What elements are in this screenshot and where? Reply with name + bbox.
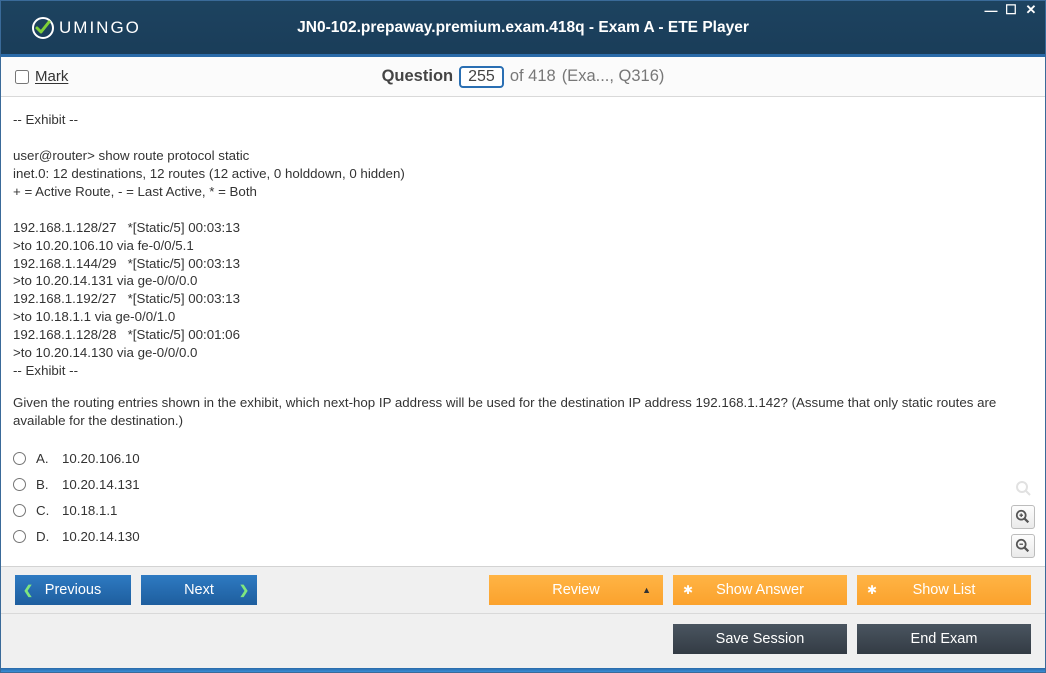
show-list-label: Show List [913, 582, 976, 598]
end-exam-button[interactable]: End Exam [857, 624, 1031, 654]
footer: ❮ Previous Next ❯ Review ▲ ✱ Show Answer… [1, 566, 1045, 672]
answer-option[interactable]: A. 10.20.106.10 [13, 446, 1033, 472]
answer-option[interactable]: C. 10.18.1.1 [13, 498, 1033, 524]
save-session-label: Save Session [716, 631, 805, 647]
list-icon: ✱ [867, 583, 877, 597]
maximize-button[interactable]: ☐ [1003, 3, 1019, 17]
answer-radio[interactable] [13, 504, 26, 517]
question-total: of 418 [510, 67, 556, 86]
window-title: JN0-102.prepaway.premium.exam.418q - Exa… [1, 19, 1045, 37]
close-button[interactable]: ✕ [1023, 3, 1039, 17]
save-session-button[interactable]: Save Session [673, 624, 847, 654]
answer-text: 10.20.14.131 [62, 476, 140, 494]
question-text: Given the routing entries shown in the e… [13, 394, 1033, 430]
answer-radio[interactable] [13, 452, 26, 465]
caret-up-icon: ▲ [642, 585, 651, 595]
zoom-in-button[interactable] [1011, 505, 1035, 529]
exam-button-row: Save Session End Exam [1, 613, 1045, 668]
minimize-button[interactable]: — [983, 3, 999, 17]
logo-checkmark-icon [31, 16, 55, 40]
title-bar: UMINGO JN0-102.prepaway.premium.exam.418… [1, 1, 1045, 57]
question-info-bar: Mark Question 255 of 418 (Exa..., Q316) [1, 57, 1045, 97]
app-logo: UMINGO [31, 16, 141, 40]
answer-radio[interactable] [13, 478, 26, 491]
answer-option[interactable]: B. 10.20.14.131 [13, 472, 1033, 498]
answer-text: 10.20.14.130 [62, 528, 140, 546]
end-exam-label: End Exam [911, 631, 978, 647]
window-controls: — ☐ ✕ [983, 3, 1039, 17]
show-answer-label: Show Answer [716, 582, 804, 598]
question-current-number[interactable]: 255 [459, 66, 504, 88]
previous-label: Previous [45, 582, 101, 598]
review-label: Review [552, 582, 600, 598]
next-button[interactable]: Next ❯ [141, 575, 257, 605]
show-list-button[interactable]: ✱ Show List [857, 575, 1031, 605]
answer-letter: B. [36, 476, 52, 494]
answer-letter: A. [36, 450, 52, 468]
answer-text: 10.18.1.1 [62, 502, 117, 520]
answer-letter: D. [36, 528, 52, 546]
zoom-reset-icon [1011, 476, 1035, 500]
answer-radio[interactable] [13, 530, 26, 543]
question-content: -- Exhibit -- user@router> show route pr… [1, 97, 1045, 566]
question-meta: (Exa..., Q316) [562, 67, 665, 86]
exhibit-text: -- Exhibit -- user@router> show route pr… [13, 111, 1033, 380]
star-icon: ✱ [683, 583, 693, 597]
footer-accent-bar [1, 668, 1045, 672]
chevron-left-icon: ❮ [23, 583, 33, 597]
zoom-controls [1011, 476, 1035, 558]
next-label: Next [184, 582, 214, 598]
zoom-out-button[interactable] [1011, 534, 1035, 558]
answer-letter: C. [36, 502, 52, 520]
logo-text: UMINGO [59, 18, 141, 38]
chevron-right-icon: ❯ [239, 583, 249, 597]
answer-text: 10.20.106.10 [62, 450, 140, 468]
answer-option[interactable]: D. 10.20.14.130 [13, 524, 1033, 550]
previous-button[interactable]: ❮ Previous [15, 575, 131, 605]
question-word: Question [382, 67, 454, 86]
show-answer-button[interactable]: ✱ Show Answer [673, 575, 847, 605]
nav-button-row: ❮ Previous Next ❯ Review ▲ ✱ Show Answer… [1, 567, 1045, 613]
question-counter: Question 255 of 418 (Exa..., Q316) [1, 66, 1045, 88]
answers-list: A. 10.20.106.10 B. 10.20.14.131 C. 10.18.1.1 D… [13, 446, 1033, 550]
review-button[interactable]: Review ▲ [489, 575, 663, 605]
